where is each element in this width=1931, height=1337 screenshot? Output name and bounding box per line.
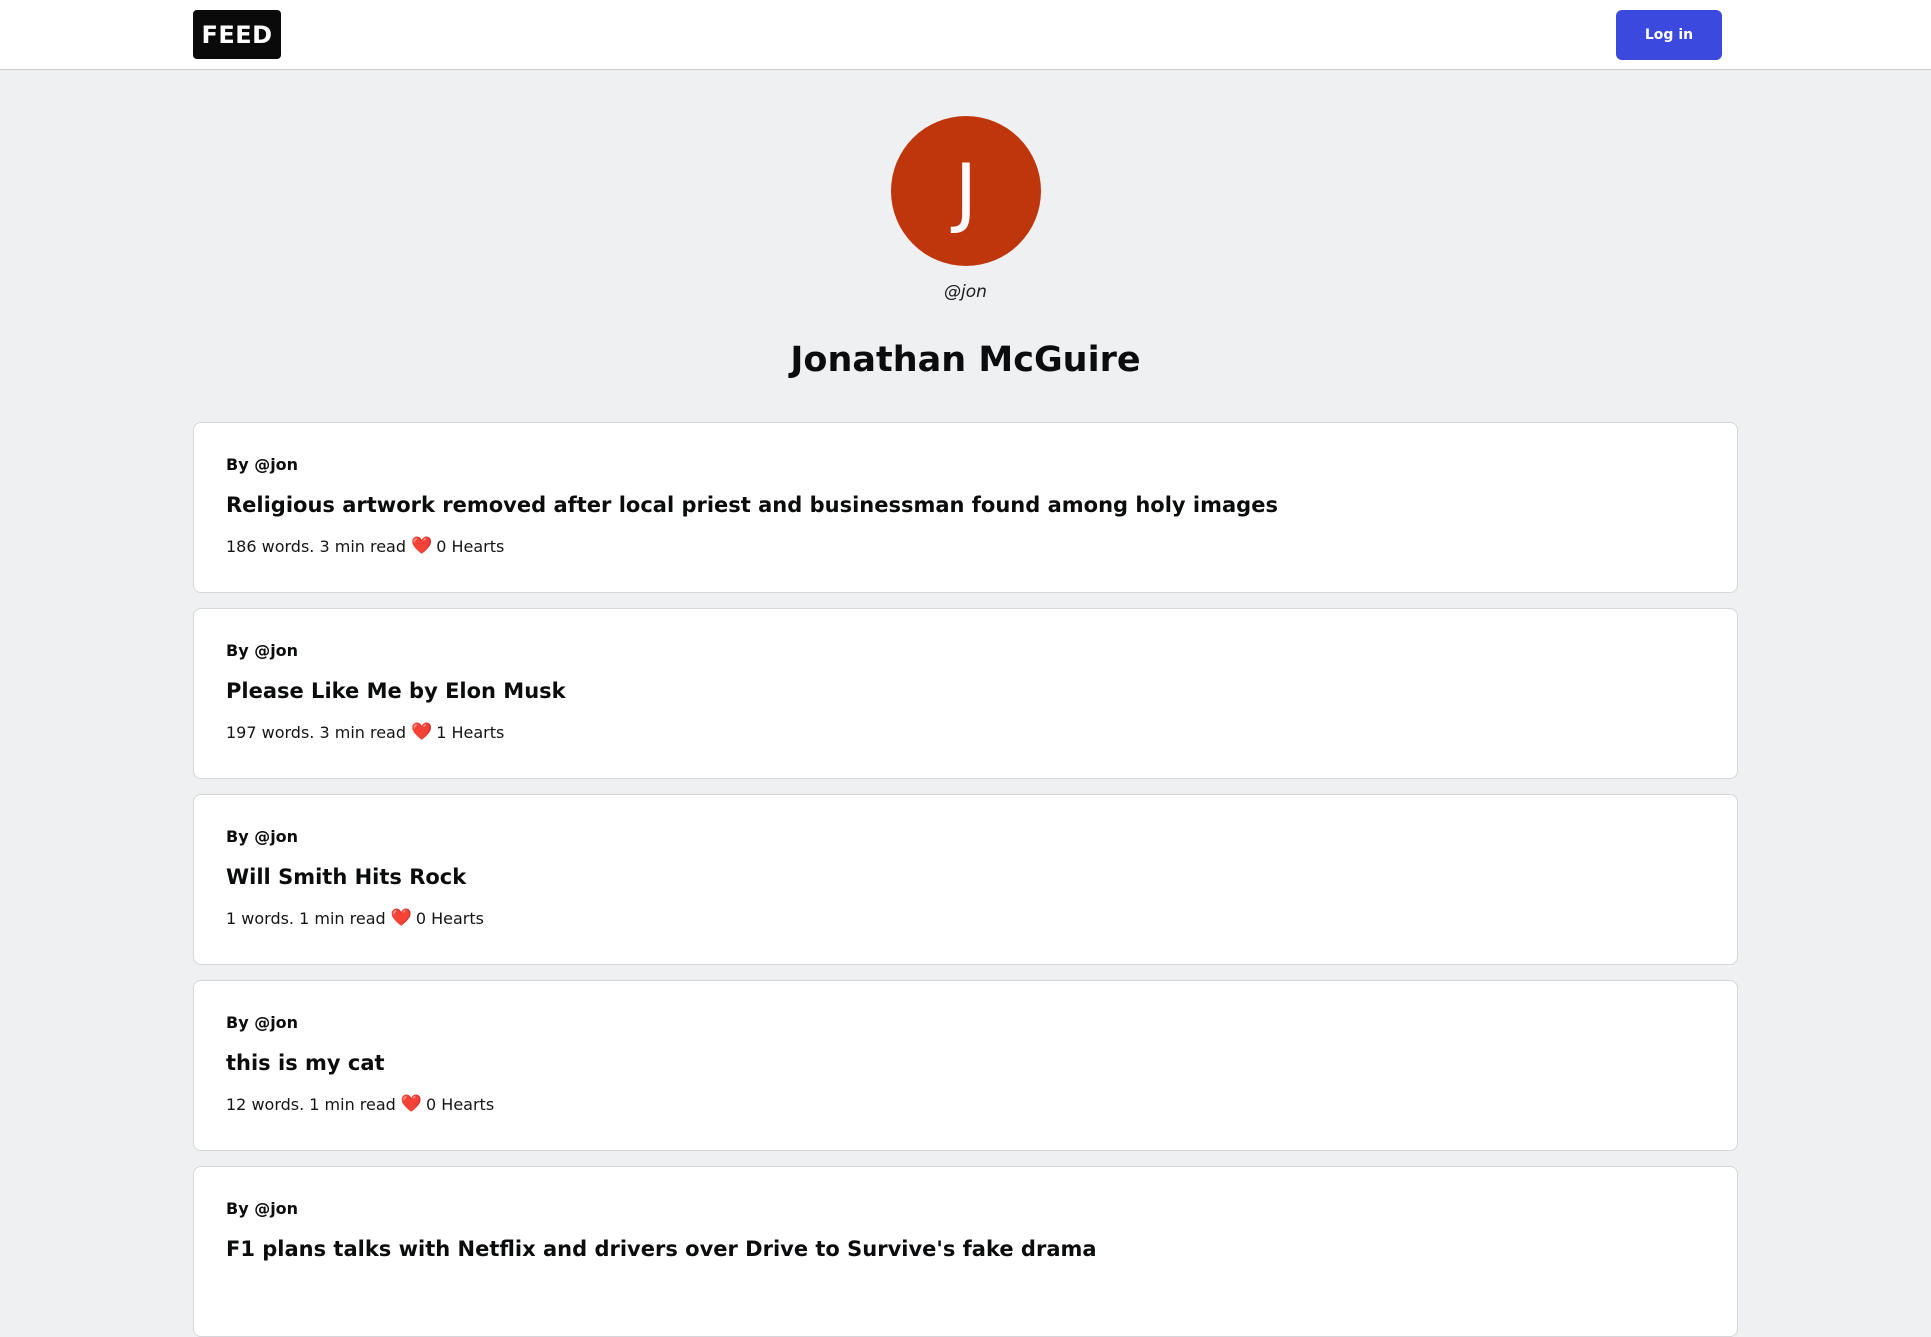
post-author[interactable]: By @jon [226, 641, 298, 660]
heart-icon: ❤️ [411, 536, 433, 556]
profile-name: Jonathan McGuire [790, 340, 1141, 380]
feed-logo-link[interactable]: FEED [193, 10, 281, 59]
login-button[interactable]: Log in [1616, 10, 1722, 60]
post-stats: 12 words. 1 min read [226, 1095, 396, 1114]
heart-icon: ❤️ [400, 1094, 423, 1114]
post-card[interactable]: By @jon Religious artwork removed after … [193, 422, 1738, 593]
post-stats: 186 words. 3 min read [226, 537, 407, 556]
post-meta: 1 words. 1 min read ❤️ 0 Hearts [226, 909, 484, 928]
post-stats: 1 words. 1 min read [226, 909, 386, 928]
post-hearts: 1 Hearts [436, 723, 505, 742]
post-author[interactable]: By @jon [226, 1199, 298, 1218]
post-title[interactable]: F1 plans talks with Netflix and drivers … [226, 1237, 1097, 1261]
post-card[interactable]: By @jon Please Like Me by Elon Musk 197 … [193, 608, 1738, 779]
post-title[interactable]: Religious artwork removed after local pr… [226, 493, 1278, 517]
avatar: J [891, 116, 1041, 266]
profile-handle: @jon [944, 282, 987, 302]
avatar-initial: J [954, 146, 978, 236]
post-title[interactable]: this is my cat [226, 1051, 385, 1075]
profile-header: J @jon Jonathan McGuire [0, 70, 1931, 420]
post-author[interactable]: By @jon [226, 1013, 298, 1032]
post-stats: 197 words. 3 min read [226, 723, 407, 742]
post-author[interactable]: By @jon [226, 827, 298, 846]
post-card[interactable]: By @jon this is my cat 12 words. 1 min r… [193, 980, 1738, 1151]
post-title[interactable]: Please Like Me by Elon Musk [226, 679, 566, 703]
post-author[interactable]: By @jon [226, 455, 298, 474]
heart-icon: ❤️ [390, 908, 412, 928]
post-title[interactable]: Will Smith Hits Rock [226, 865, 466, 889]
heart-icon: ❤️ [411, 722, 433, 742]
post-meta: 12 words. 1 min read ❤️ 0 Hearts [226, 1095, 494, 1114]
post-card[interactable]: By @jon F1 plans talks with Netflix and … [193, 1166, 1738, 1337]
post-hearts: 0 Hearts [426, 1095, 495, 1114]
post-card[interactable]: By @jon Will Smith Hits Rock 1 words. 1 … [193, 794, 1738, 965]
post-meta: 197 words. 3 min read ❤️ 1 Hearts [226, 723, 504, 742]
post-hearts: 0 Hearts [415, 909, 484, 928]
top-navbar: FEED Log in [0, 0, 1931, 70]
post-hearts: 0 Hearts [436, 537, 505, 556]
post-meta: 186 words. 3 min read ❤️ 0 Hearts [226, 537, 504, 556]
